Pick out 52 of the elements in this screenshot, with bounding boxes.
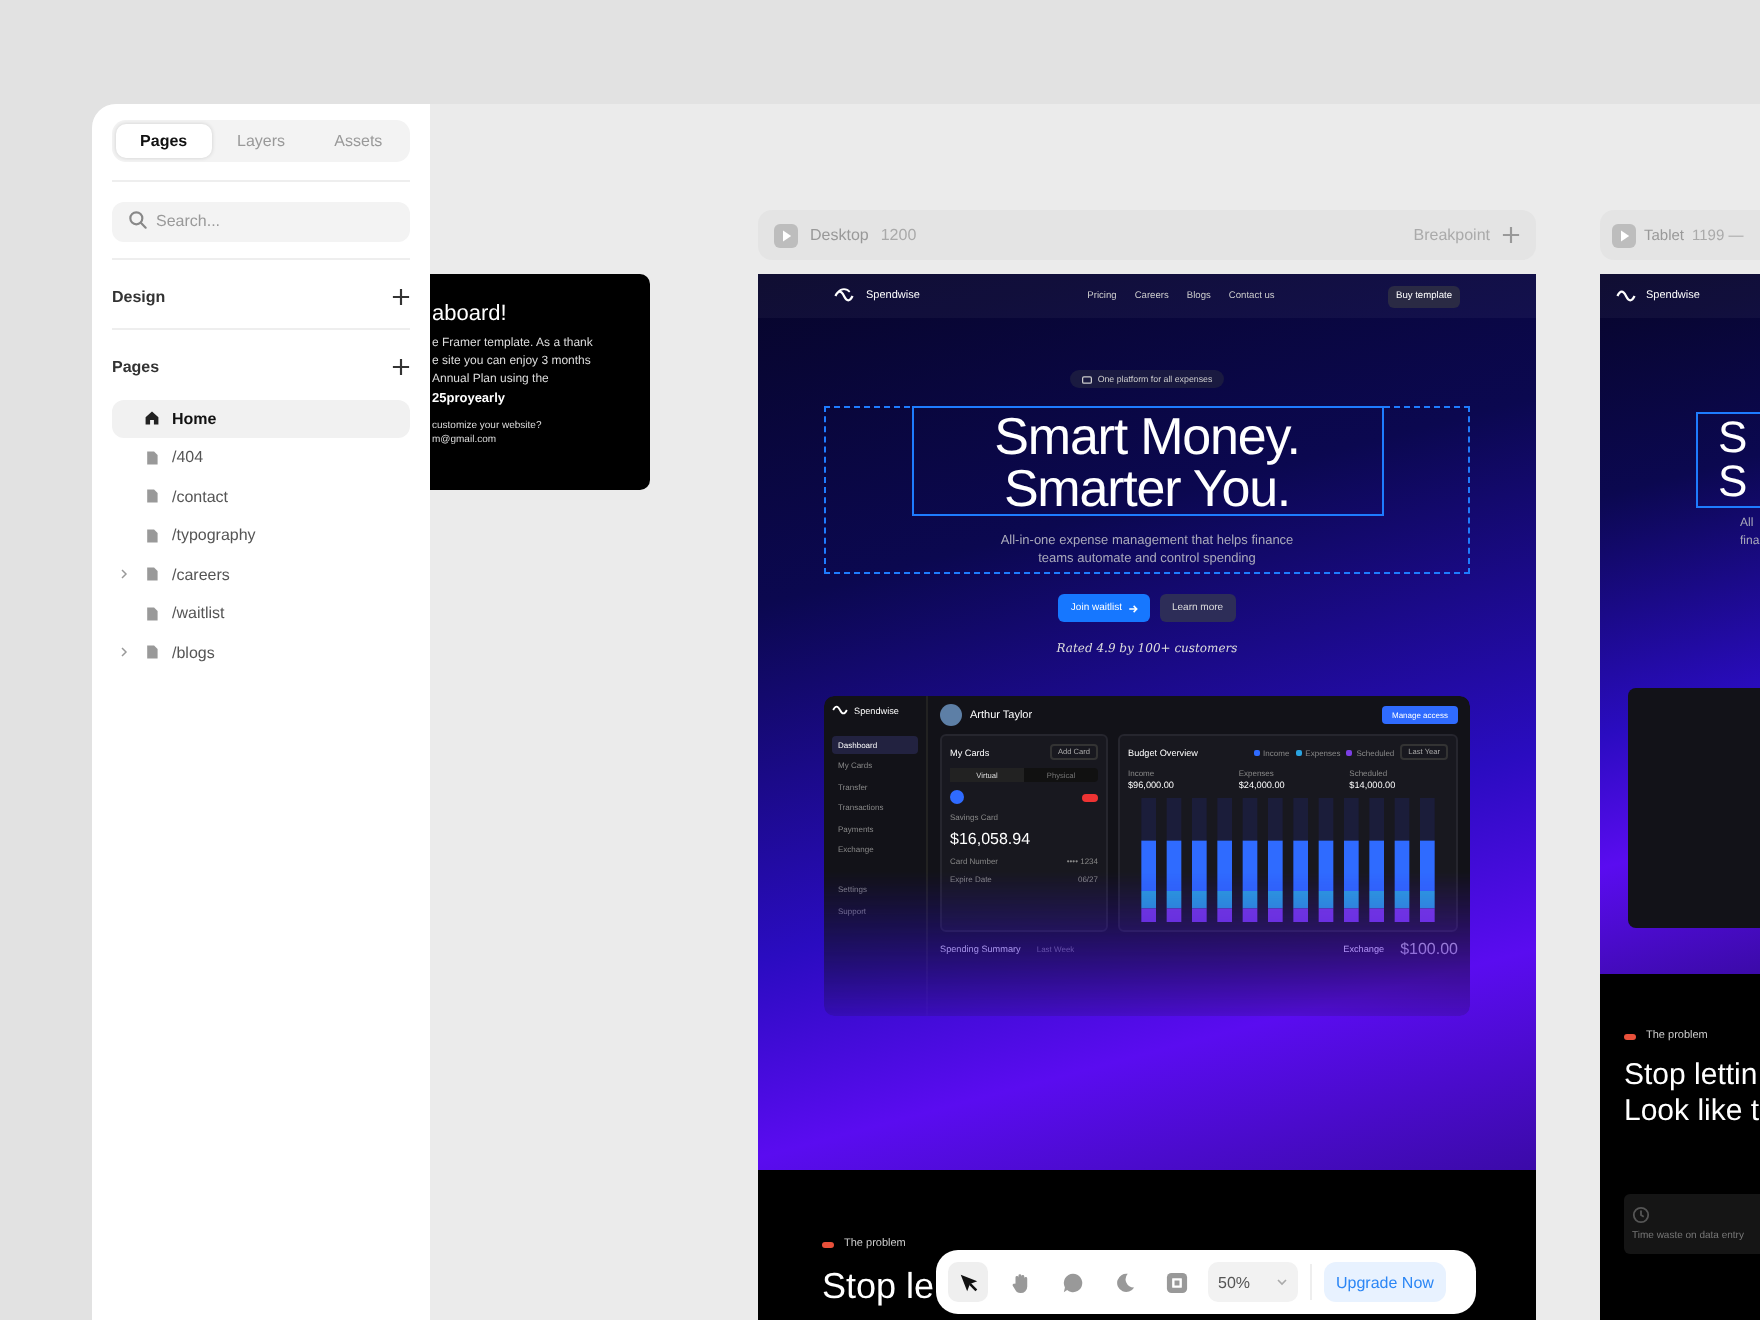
page-item[interactable]: /404 [112,439,410,476]
frame-name: Desktop [810,226,869,244]
add-icon[interactable] [392,357,410,375]
section-heading: Stop le [822,1266,935,1308]
hand-icon [1009,1271,1031,1293]
page-item[interactable]: /contact [112,478,410,515]
chevron-down-icon [1276,1278,1288,1286]
exchange-amount: $100.00 [1400,940,1458,958]
page-item[interactable]: /careers [112,556,410,593]
popup-title: aboard! [432,302,509,326]
logo-icon [834,288,854,304]
pointer-tool-button[interactable] [948,1262,988,1302]
moon-icon [1113,1271,1135,1293]
grid-icon [1165,1271,1187,1293]
chevron-right-icon[interactable] [120,646,128,659]
cursor-icon [957,1271,979,1293]
card-icon [1081,375,1092,383]
page-item[interactable]: /typography [112,517,410,554]
coin-icon [950,790,964,804]
home-icon [144,410,160,427]
section-heading: Stop lettin Look like t [1624,1058,1760,1130]
section-title: Pages [112,357,160,375]
tag-marker [822,1241,834,1247]
search-field[interactable]: Search... [112,201,410,241]
arrow-right-icon [1128,603,1138,613]
hero-headline: Smart Money. Smarter You. [911,406,1383,516]
card-balance: $16,058.94 [950,830,1033,848]
logo-icon [832,704,848,716]
play-icon[interactable] [1612,223,1636,247]
logo-icon [1616,288,1636,304]
page-item[interactable]: /waitlist [112,595,410,632]
file-icon [144,527,160,544]
hero-headline: S S [1696,412,1760,508]
file-icon [144,566,160,583]
chat-bubble-icon [1061,1271,1083,1293]
card-chip-icon [1082,793,1098,801]
file-icon [144,449,160,466]
file-icon [144,644,160,661]
page-item[interactable]: /blogs [112,634,410,671]
section-title: Design [112,287,166,305]
zoom-dropdown[interactable]: 50% [1208,1262,1298,1302]
frame-width: 1200 [880,226,917,244]
page-item[interactable]: Home [112,400,410,437]
chevron-right-icon[interactable] [120,568,128,581]
clock-icon [1632,1206,1650,1224]
panel-tab[interactable]: Pages [116,124,212,158]
file-icon [144,605,160,622]
add-icon[interactable] [392,287,410,305]
tag-marker [1624,1033,1636,1039]
play-icon[interactable] [774,223,798,247]
avatar [940,704,962,726]
file-icon [144,488,160,505]
